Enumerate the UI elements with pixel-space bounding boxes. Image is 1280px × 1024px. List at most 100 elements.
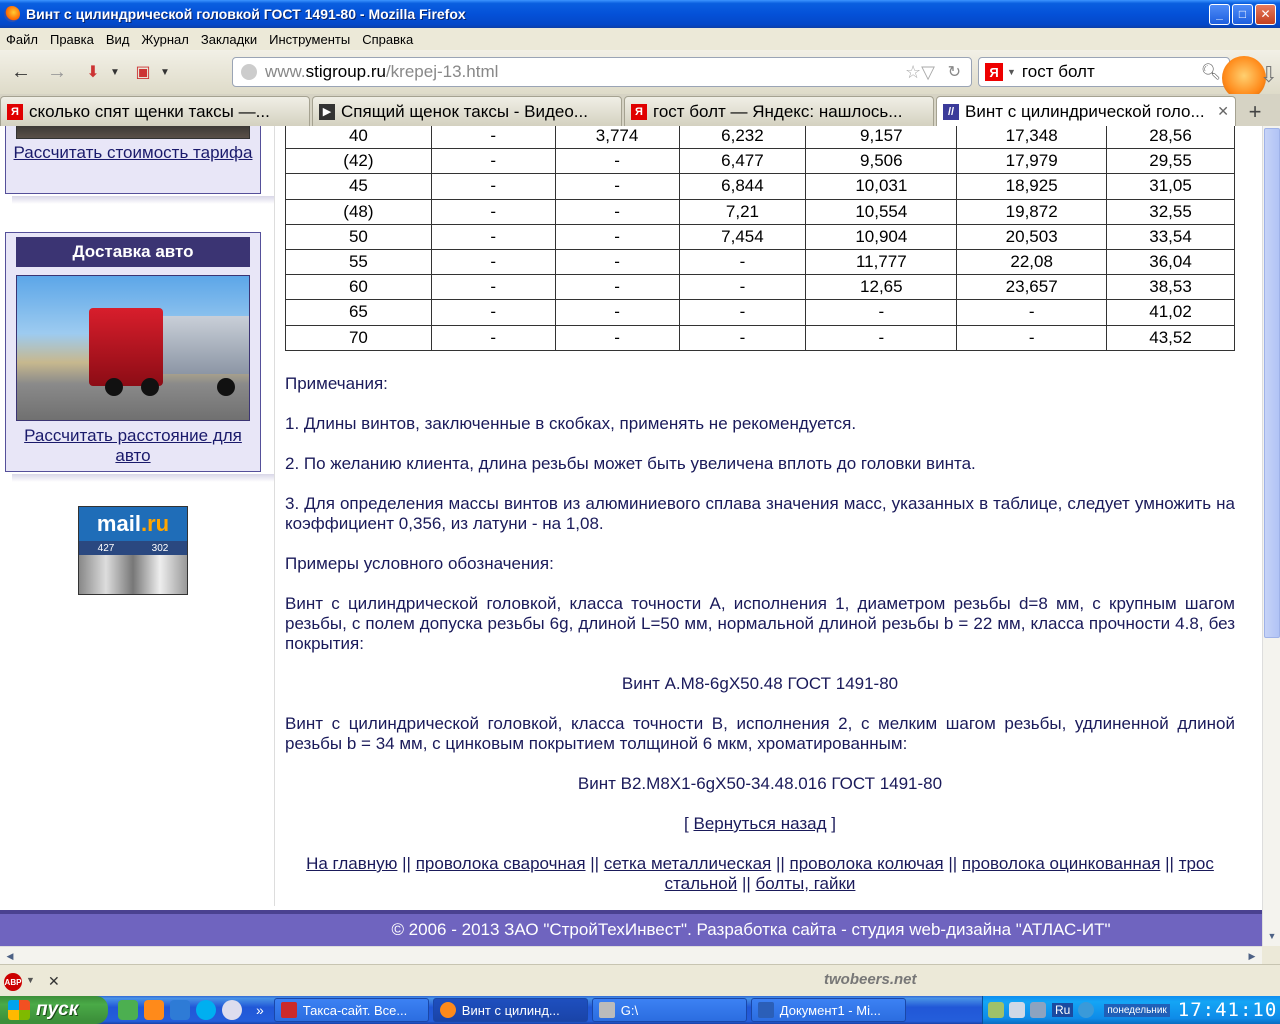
download-icon[interactable]: ⇩ (1260, 62, 1278, 88)
footer-nav-link[interactable]: проволока сварочная (416, 854, 586, 873)
scrollbar-thumb[interactable] (1264, 128, 1280, 638)
yandex-engine-icon[interactable]: Я (985, 63, 1003, 81)
start-button[interactable]: пуск (0, 996, 108, 1024)
adblock-icon[interactable]: ABP (4, 973, 22, 991)
menu-history[interactable]: Журнал (141, 32, 188, 47)
table-cell: 3,774 (554, 126, 680, 150)
taskbar-item-active[interactable]: Винт с цилинд... (432, 998, 588, 1022)
scroll-down-arrow[interactable]: ▼ (1264, 928, 1280, 944)
addon-close-icon[interactable]: ✕ (48, 973, 60, 990)
table-cell: - (678, 299, 807, 326)
tab-2[interactable]: ▶ Спящий щенок таксы - Видео... (312, 96, 622, 126)
table-cell: 9,157 (805, 126, 958, 150)
box-shadow (12, 196, 274, 204)
table-cell: 70 (285, 324, 432, 351)
tariff-box: Рассчитать стоимость тарифа (5, 126, 261, 194)
table-cell: - (430, 173, 556, 200)
refresh-quicklaunch-icon[interactable] (118, 1000, 138, 1020)
new-tab-button[interactable]: + (1242, 98, 1268, 126)
menu-file[interactable]: Файл (6, 32, 38, 47)
ie-quicklaunch-icon[interactable] (170, 1000, 190, 1020)
forward-button[interactable]: → (42, 57, 72, 87)
tab-strip: Я сколько спят щенки таксы —... ▶ Спящий… (0, 94, 1280, 126)
table-cell: - (430, 274, 556, 301)
vertical-scrollbar[interactable]: ▼ (1262, 126, 1280, 946)
table-cell: 6,844 (678, 173, 807, 200)
addon-dropdown-icon[interactable]: ▼ (158, 57, 172, 87)
table-cell: - (430, 248, 556, 276)
clock[interactable]: 17:41:10 (1178, 999, 1278, 1021)
menu-view[interactable]: Вид (106, 32, 130, 47)
menu-tools[interactable]: Инструменты (269, 32, 350, 47)
calculate-distance-link[interactable]: Рассчитать расстояние для авто (6, 426, 260, 466)
table-cell: 41,02 (1106, 299, 1235, 326)
bookmark-star-icon[interactable]: ☆▽ (905, 62, 935, 83)
bottom-links: На главную || проволока сварочная || сет… (285, 854, 1235, 894)
back-link[interactable]: Вернуться назад (693, 814, 826, 833)
footer-nav-link[interactable]: проволока оцинкованная (962, 854, 1160, 873)
mail-ru-counter[interactable]: mail .ru 427 302 (78, 506, 188, 595)
quicklaunch-more-icon[interactable]: » (256, 1002, 264, 1018)
safely-remove-tray-icon[interactable] (1030, 1002, 1046, 1018)
minimize-button[interactable]: _ (1209, 3, 1230, 25)
back-button[interactable]: ← (6, 57, 36, 87)
table-cell: - (430, 324, 556, 351)
taskbar-item[interactable]: Такса-сайт. Все... (273, 998, 429, 1022)
tab-4-active[interactable]: // Винт с цилиндрической голо... ✕ (936, 96, 1236, 126)
reload-icon[interactable]: ↻ (948, 62, 961, 82)
horizontal-scrollbar[interactable]: ◀ ▶ (0, 946, 1262, 964)
table-cell: 50 (285, 223, 432, 250)
language-indicator[interactable]: Ru (1052, 1003, 1074, 1017)
table-cell: - (805, 324, 958, 351)
table-cell: 65 (285, 299, 432, 326)
footer-nav-link[interactable]: болты, гайки (756, 874, 856, 893)
table-cell: 20,503 (956, 223, 1108, 250)
footer-nav-link[interactable]: проволока колючая (790, 854, 944, 873)
maximize-button[interactable]: □ (1232, 3, 1253, 25)
dropdown-icon[interactable]: ▼ (108, 57, 122, 87)
truck-image[interactable] (16, 275, 250, 421)
url-bar[interactable]: www. stigroup.ru/krepej-13.html ☆▽ ↻ (232, 57, 972, 87)
table-cell: - (805, 299, 958, 326)
taskbar-item[interactable]: Документ1 - Mi... (750, 998, 906, 1022)
firefox-quicklaunch-icon[interactable] (144, 1000, 164, 1020)
table-cell: - (554, 173, 680, 200)
menu-help[interactable]: Справка (362, 32, 413, 47)
tab-label: Винт с цилиндрической голо... (965, 101, 1205, 121)
search-icon[interactable]: 🔍︎ (1201, 62, 1221, 82)
tab-close-icon[interactable]: ✕ (1217, 103, 1229, 120)
addon-toolbar-icon[interactable]: ▣ (128, 57, 158, 87)
menu-bookmarks[interactable]: Закладки (201, 32, 257, 47)
menu-edit[interactable]: Правка (50, 32, 94, 47)
skype-quicklaunch-icon[interactable] (196, 1000, 216, 1020)
table-cell: 7,454 (678, 223, 807, 250)
example-1-designation: Винт А.М8-6gX50.48 ГОСТ 1491-80 (621, 674, 899, 693)
scroll-left-arrow[interactable]: ◀ (2, 948, 18, 964)
media-quicklaunch-icon[interactable] (222, 1000, 242, 1020)
search-bar[interactable]: Я ▼ гост болт 🔍︎ (978, 57, 1230, 87)
link-separator: || (1160, 854, 1179, 873)
network-tray-icon[interactable] (988, 1002, 1004, 1018)
adblock-dropdown-icon[interactable]: ▼ (26, 975, 35, 985)
mass-table: 40-3,774 6,232 9,157 17,348 28,56 (42) - -6,477… (285, 126, 1235, 351)
tab-3[interactable]: Я гост болт — Яндекс: нашлось... (624, 96, 934, 126)
engine-dropdown-icon[interactable]: ▼ (1007, 67, 1016, 77)
mail-counter-image (79, 555, 187, 594)
antivirus-tray-icon[interactable] (1078, 1002, 1095, 1018)
back-link-row: [ Вернуться назад ] (684, 814, 836, 833)
windows-logo-icon (8, 1000, 30, 1020)
calculate-tariff-link[interactable]: Рассчитать стоимость тарифа (6, 143, 260, 163)
search-input[interactable]: гост болт (1022, 62, 1095, 82)
table-cell: - (430, 223, 556, 250)
scroll-right-arrow[interactable]: ▶ (1244, 948, 1260, 964)
footer-nav-link[interactable]: На главную (306, 854, 397, 873)
taskbar-item[interactable]: G:\ (591, 998, 747, 1022)
page-blocker-icon[interactable]: ⬇ (78, 57, 108, 87)
close-button[interactable]: ✕ (1255, 3, 1276, 25)
table-cell: - (956, 324, 1108, 351)
sound-tray-icon[interactable] (1009, 1002, 1025, 1018)
tab-1[interactable]: Я сколько спят щенки таксы —... (0, 96, 310, 126)
table-row: (42) - -6,477 9,506 17,979 29,55 (285, 148, 1235, 175)
footer-nav-link[interactable]: сетка металлическая (604, 854, 771, 873)
window-title: Винт с цилиндрической головкой ГОСТ 1491… (26, 6, 466, 22)
